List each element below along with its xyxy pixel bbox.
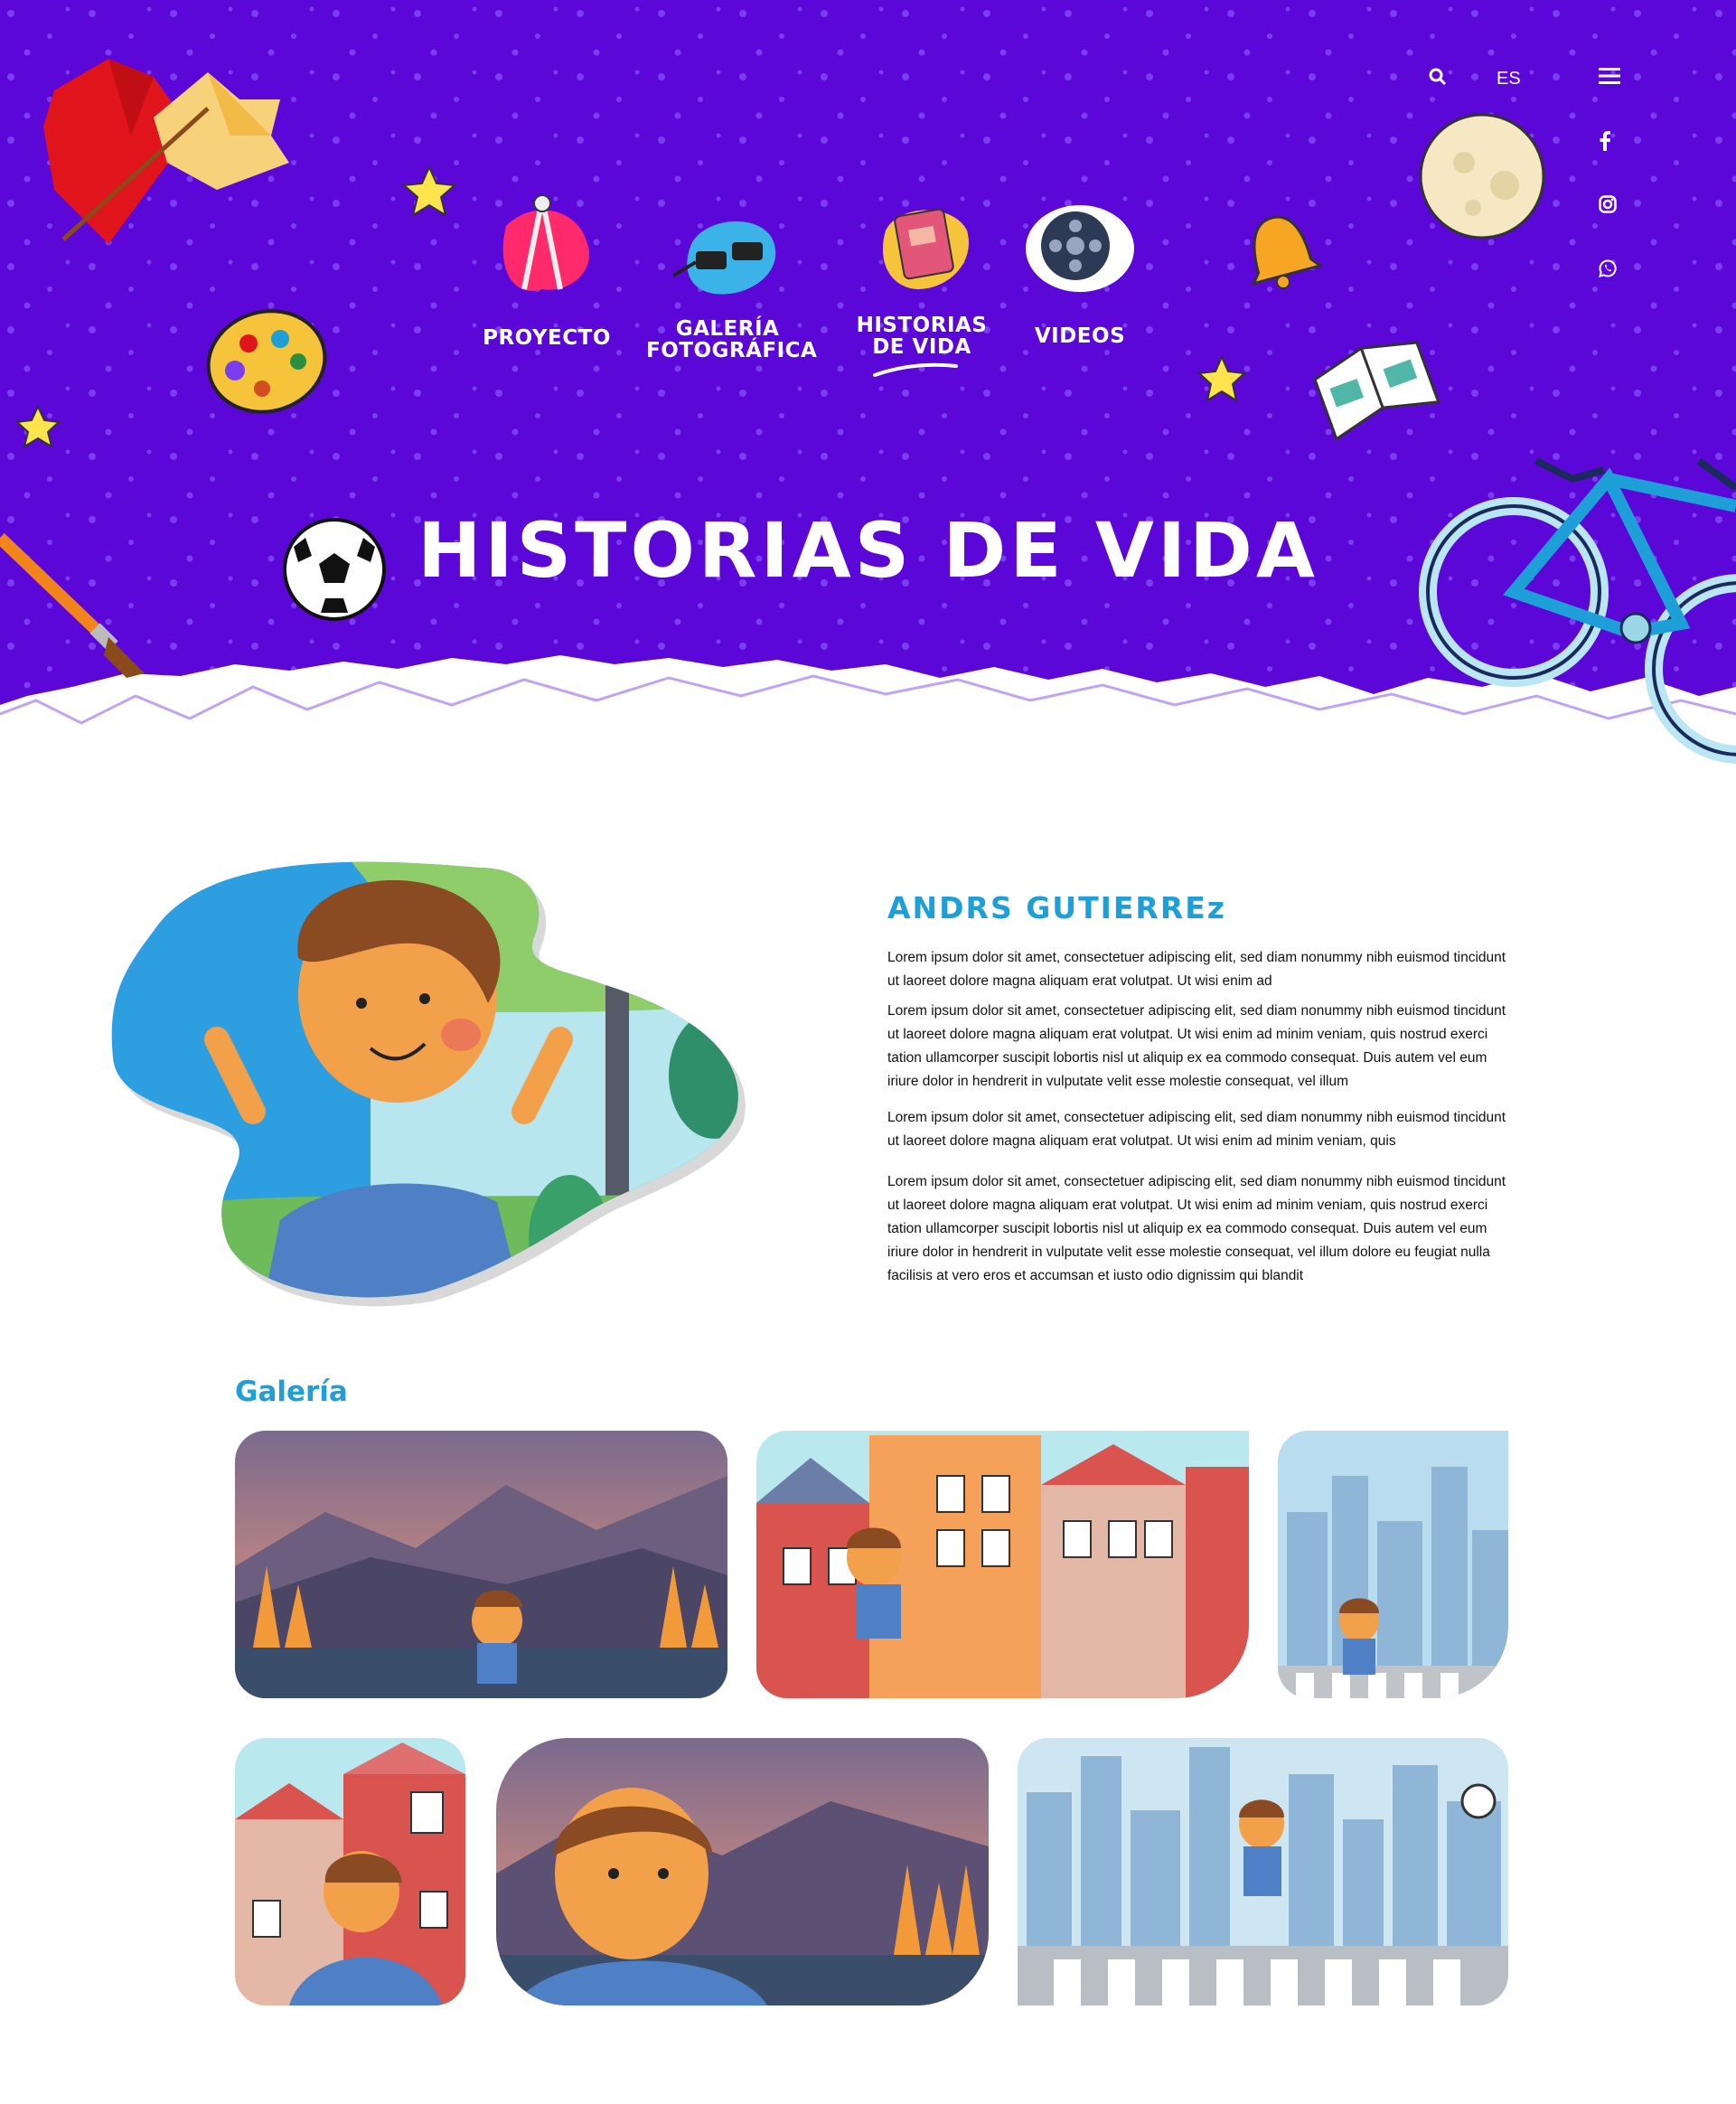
menu-icon [1599, 68, 1620, 84]
gallery-image-boy-jumping-city[interactable] [1018, 1738, 1508, 2005]
nav-historias-de-vida[interactable]: HISTORIAS DE VIDA [854, 315, 990, 358]
menu-button[interactable] [1599, 67, 1624, 92]
gallery-image-boy-sunset-closeup[interactable] [496, 1738, 989, 2005]
nav-historias-label-line2: DE VIDA [872, 335, 971, 359]
nav-videos-label: VIDEOS [1034, 324, 1126, 348]
nav-proyecto[interactable]: PROYECTO [479, 327, 615, 349]
hero-background [0, 0, 1736, 764]
hero-header: PROYECTO GALERÍA FOTOGRÁFICA HISTORIAS D… [0, 0, 1736, 795]
videos-nav-icon-art [1026, 205, 1134, 292]
search-button[interactable] [1428, 67, 1453, 92]
story-illustration [99, 841, 750, 1310]
nav-galeria-label-line2: FOTOGRÁFICA [646, 339, 818, 362]
gallery-title: Galería [235, 1376, 348, 1408]
nav-galeria-fotografica[interactable]: GALERÍA FOTOGRÁFICA [646, 317, 818, 362]
gallery-image-city-crossing[interactable] [1278, 1431, 1508, 1698]
person-name: ANDRS GUTIERREz [887, 890, 1227, 925]
story-paragraph-3: Lorem ipsum dolor sit amet, consectetuer… [887, 1110, 1506, 1149]
search-icon [1429, 68, 1447, 86]
whatsapp-icon [1599, 259, 1617, 277]
facebook-icon [1600, 131, 1610, 151]
instagram-link[interactable] [1599, 195, 1624, 221]
whatsapp-link[interactable] [1599, 259, 1624, 285]
story-paragraph-1: Lorem ipsum dolor sit amet, consectetuer… [887, 950, 1506, 989]
language-selector[interactable]: ES [1497, 69, 1521, 89]
nav-galeria-label-line1: GALERÍA [675, 317, 780, 341]
nav-historias-label-line1: HISTORIAS [856, 314, 988, 337]
nav-videos[interactable]: VIDEOS [1021, 325, 1139, 347]
page-title: HISTORIAS DE VIDA [418, 506, 1318, 595]
facebook-link[interactable] [1599, 131, 1624, 156]
story-paragraph-4: Lorem ipsum dolor sit amet, consectetuer… [887, 1174, 1506, 1283]
gallery-image-boy-house[interactable] [235, 1738, 465, 2005]
gallery-image-sunset-lake[interactable] [235, 1431, 727, 1698]
nav-proyecto-label: PROYECTO [483, 326, 611, 350]
gallery-image-town-street[interactable] [756, 1431, 1249, 1698]
story-paragraph-2: Lorem ipsum dolor sit amet, consectetuer… [887, 1003, 1506, 1089]
instagram-icon [1599, 195, 1617, 213]
